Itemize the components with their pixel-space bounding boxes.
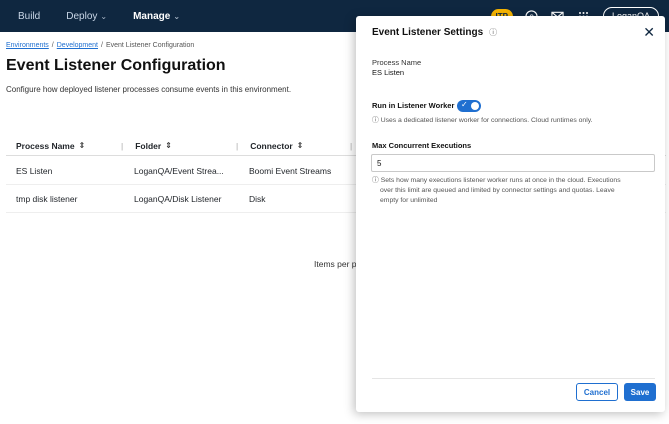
process-name-label: Process Name xyxy=(372,58,422,67)
breadcrumb-environments[interactable]: Environments xyxy=(6,42,49,49)
column-process-name[interactable]: Process Name ⇕ xyxy=(16,141,85,151)
column-divider: | xyxy=(121,140,124,151)
cell-folder: LoganQA/Disk Listener xyxy=(134,193,222,204)
listener-worker-label: Run in Listener Worker xyxy=(372,101,455,110)
panel-title: Event Listener Settings ⓘ xyxy=(372,27,498,38)
info-icon[interactable]: ⓘ xyxy=(489,27,497,38)
toggle-knob xyxy=(471,102,479,110)
cancel-button[interactable]: Cancel xyxy=(576,383,618,401)
breadcrumb-development[interactable]: Development xyxy=(57,42,98,49)
listener-worker-hint: ⓘ Uses a dedicated listener worker for c… xyxy=(372,117,593,124)
page-title: Event Listener Configuration xyxy=(6,57,226,74)
close-icon[interactable]: ✕ xyxy=(643,24,655,41)
max-executions-hint: ⓘ Sets how many executions listener work… xyxy=(372,177,621,204)
cell-process-name: ES Listen xyxy=(16,165,53,176)
nav-manage[interactable]: Manage ⌄ xyxy=(133,11,180,22)
column-divider: | xyxy=(236,140,239,151)
chevron-down-icon: ⌄ xyxy=(173,11,181,21)
listener-worker-toggle[interactable]: ✓ xyxy=(457,100,481,112)
cell-connector: Boomi Event Streams xyxy=(249,165,332,176)
sort-icon[interactable]: ⇕ xyxy=(297,141,304,150)
sort-icon[interactable]: ⇕ xyxy=(79,141,86,150)
breadcrumb-current: Event Listener Configuration xyxy=(105,42,195,49)
column-connector[interactable]: | Connector ⇕ xyxy=(236,141,303,151)
column-folder[interactable]: | Folder ⇕ xyxy=(121,141,172,151)
main-nav: Build Deploy ⌄ Manage ⌄ xyxy=(0,0,180,32)
info-icon: ⓘ xyxy=(372,117,381,124)
column-divider: | xyxy=(350,140,353,151)
chevron-down-icon: ⌄ xyxy=(100,11,108,21)
cell-process-name: tmp disk listener xyxy=(16,193,78,204)
max-executions-input[interactable]: 5 xyxy=(371,154,655,172)
nav-deploy[interactable]: Deploy ⌄ xyxy=(66,11,107,22)
max-executions-label: Max Concurrent Executions xyxy=(372,141,472,150)
process-name-value: ES Listen xyxy=(372,68,405,77)
pagination-items-per-page: Items per p xyxy=(314,259,357,269)
check-icon: ✓ xyxy=(461,100,468,109)
nav-build[interactable]: Build xyxy=(18,11,40,22)
cell-folder: LoganQA/Event Strea... xyxy=(134,165,224,176)
page-description: Configure how deployed listener processe… xyxy=(6,85,292,94)
sort-icon[interactable]: ⇕ xyxy=(165,141,172,150)
info-icon: ⓘ xyxy=(372,177,381,184)
event-listener-settings-panel: Event Listener Settings ⓘ ✕ Process Name… xyxy=(356,16,665,412)
breadcrumb: Environments / Development / Event Liste… xyxy=(6,42,195,49)
cell-connector: Disk xyxy=(249,193,266,204)
save-button[interactable]: Save xyxy=(624,383,656,401)
panel-footer-divider xyxy=(372,378,655,379)
